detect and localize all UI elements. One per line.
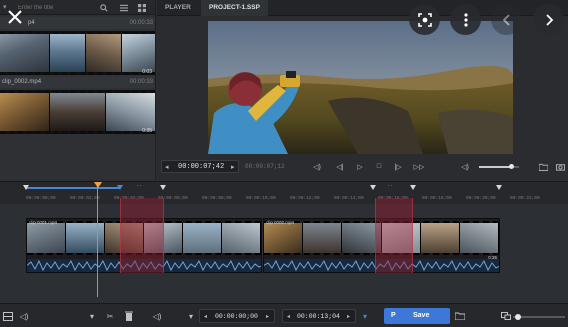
split-icon[interactable]: ▾ — [86, 310, 98, 322]
timeline-marker[interactable] — [160, 185, 166, 190]
playhead-handle[interactable] — [94, 182, 102, 188]
chapter-marker[interactable]: · · — [388, 183, 393, 189]
timeline-clip-duration: 0:35 — [488, 255, 497, 260]
timeline-marker[interactable] — [496, 185, 502, 190]
timeline-clip-name: clip 0001.mp4 — [29, 220, 58, 225]
in-point-field[interactable]: ◂ 00:00:00;00 ▸ — [199, 309, 275, 323]
clip-name: p4 — [28, 20, 35, 26]
grid-view-icon[interactable] — [135, 1, 149, 14]
volume-slider[interactable] — [479, 164, 519, 169]
timeline-marker[interactable] — [410, 185, 416, 190]
previous-frame-icon[interactable]: ◁| — [334, 161, 346, 172]
filmstrip-duration: 0:03 — [142, 69, 152, 75]
ruler-tick-label: 00:00:22;00 — [510, 196, 540, 201]
volume-handle[interactable] — [508, 164, 514, 169]
folder-icon[interactable] — [454, 310, 466, 322]
current-timecode: 00:00:07;42 — [178, 163, 225, 171]
next-frame-icon[interactable]: |▷ — [392, 161, 404, 172]
filmstrip-duration: 0:35 — [142, 128, 152, 134]
chapter-marker[interactable]: · · — [137, 183, 142, 189]
fast-forward-icon[interactable]: ▷▷ — [413, 161, 425, 172]
range-end-marker[interactable] — [117, 185, 123, 190]
cut-region[interactable] — [375, 198, 413, 273]
timeline-marker[interactable] — [370, 185, 376, 190]
video-preview[interactable] — [208, 21, 513, 154]
ruler-tick-label: 00:00:02;00 — [70, 196, 100, 201]
play-icon[interactable]: ▷ — [354, 161, 366, 172]
volume-icon[interactable]: ◁) — [459, 161, 471, 172]
playhead[interactable] — [97, 182, 98, 297]
timeline-panel: · · · · 00:00:00;00 00:00:02;00 00:00:04;0… — [0, 181, 568, 303]
folder-icon[interactable] — [537, 161, 549, 172]
volume-level — [479, 166, 511, 168]
cut-icon[interactable]: ✂ — [104, 310, 116, 322]
library-clip-header[interactable]: clip_0002.mp4 00:00:33 — [0, 76, 155, 88]
ruler-tick-label: 00:00:20;00 — [466, 196, 496, 201]
save-label: Save — [413, 312, 430, 319]
rewind-icon[interactable]: ◁) — [311, 161, 323, 172]
zoom-slider[interactable] — [513, 314, 565, 320]
save-button[interactable]: P Save — [384, 308, 450, 324]
mark-out-icon[interactable]: ▾ — [359, 310, 371, 322]
save-prefix: P — [391, 312, 396, 319]
tab-project[interactable]: PROJECT-1.SSP — [201, 0, 268, 16]
clip-duration: 00:00:33 — [129, 20, 153, 26]
ruler-tick-label: 00:00:18;00 — [422, 196, 452, 201]
mark-in-icon[interactable]: ▾ — [185, 310, 197, 322]
clip-name: clip_0002.mp4 — [2, 79, 42, 85]
ruler-tick-label: 00:00:12;00 — [290, 196, 320, 201]
snapshot-icon[interactable] — [554, 161, 566, 172]
forward-chevron-icon[interactable] — [533, 4, 564, 35]
in-point-timecode: 00:00:00;00 — [215, 313, 258, 320]
zoom-handle[interactable] — [515, 314, 522, 320]
lens-scan-icon[interactable] — [409, 4, 440, 35]
transport-bar: ◂ 00:00:07;42 ▸ 00:00:07;12 ◁) ◁| ▷ □ |▷… — [157, 158, 568, 176]
timeline-ruler[interactable]: · · · · 00:00:00;00 00:00:02;00 00:00:04;0… — [0, 182, 568, 204]
ruler-tick-label: 00:00:14;00 — [334, 196, 364, 201]
out-point-timecode: 00:00:13;04 — [297, 313, 340, 320]
bottom-toolbar: ◁) ▾ ✂ ◁) ▾ ◂ 00:00:00;00 ▸ ◂ 00:00:13;0… — [0, 303, 568, 327]
timecode-prev-icon[interactable]: ◂ — [165, 163, 169, 171]
stop-icon[interactable]: □ — [373, 161, 385, 172]
storyboard-icon[interactable] — [2, 310, 14, 322]
volume-icon[interactable]: ◁) — [151, 310, 163, 322]
ruler-tick-label: 00:00:08;00 — [202, 196, 232, 201]
audio-toggle-icon[interactable]: ◁) — [18, 310, 30, 322]
search-icon[interactable] — [97, 1, 111, 14]
back-chevron-icon[interactable] — [491, 4, 522, 35]
library-clip-filmstrip[interactable] — [0, 31, 155, 75]
tab-player[interactable]: PLAYER — [157, 0, 199, 16]
selection-range[interactable] — [26, 187, 120, 189]
in-point-decrement[interactable]: ◂ — [204, 313, 207, 320]
delete-icon[interactable] — [123, 310, 135, 322]
zoom-out-icon[interactable] — [500, 310, 512, 322]
library-clip-filmstrip[interactable] — [0, 90, 155, 134]
search-input[interactable] — [18, 3, 90, 12]
video-frame — [208, 21, 513, 154]
in-point-increment[interactable]: ▸ — [266, 313, 269, 320]
clip-duration: 00:00:33 — [129, 79, 153, 85]
out-point-increment[interactable]: ▸ — [347, 313, 350, 320]
timeline-clip-name: clip 0002.mp4 — [266, 220, 295, 225]
range-start-marker[interactable] — [23, 185, 29, 190]
list-view-icon[interactable] — [117, 1, 131, 14]
ruler-tick-label: 00:00:10;00 — [246, 196, 276, 201]
timecode-next-icon[interactable]: ▸ — [231, 163, 235, 171]
more-options-icon[interactable] — [450, 4, 481, 35]
timecode-display[interactable]: ◂ 00:00:07;42 ▸ — [161, 160, 239, 173]
ruler-tick-label: 00:00:00;00 — [26, 196, 56, 201]
out-point-decrement[interactable]: ◂ — [287, 313, 290, 320]
total-timecode: 00:00:07;12 — [245, 163, 285, 170]
out-point-field[interactable]: ◂ 00:00:13;04 ▸ — [282, 309, 356, 323]
cut-region[interactable] — [120, 198, 164, 273]
close-icon[interactable] — [4, 6, 26, 28]
